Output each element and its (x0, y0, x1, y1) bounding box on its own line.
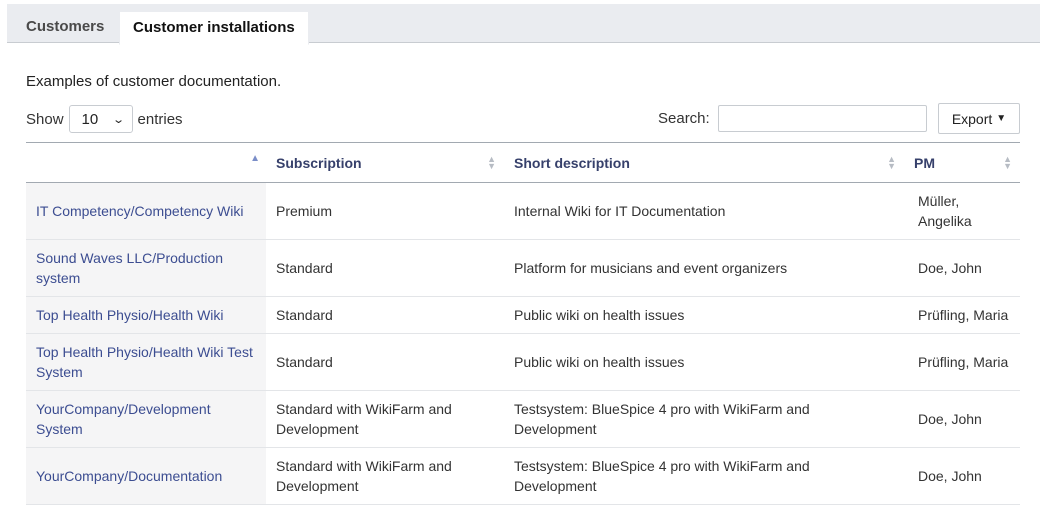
sort-icon: ▲ ▼ (1003, 153, 1012, 171)
installation-link[interactable]: Top Health Physio/Health Wiki Test Syste… (36, 344, 253, 380)
installation-link[interactable]: Sound Waves LLC/Production system (36, 250, 223, 286)
search-input[interactable] (717, 104, 927, 132)
description-cell: Internal Wiki for IT Documentation (504, 182, 904, 240)
description-cell: Public wiki on health issues (504, 296, 904, 334)
sort-icon: ▲ ▼ (887, 153, 896, 171)
installations-table: ▲ Subscription ▲ ▼ Short description ▲ ▼ P… (26, 142, 1020, 505)
caret-down-icon: ▼ (996, 113, 1007, 124)
tab-bar: Customers Customer installations (7, 4, 1040, 45)
pm-cell: Prüfling, Maria (904, 296, 1020, 334)
description-cell: Testsystem: BlueSpice 4 pro with WikiFar… (504, 390, 904, 448)
subscription-cell: Standard (266, 296, 504, 334)
entries-length-control: Show 10 ⌄ entries (26, 104, 183, 134)
entries-select[interactable]: 10 ⌄ (68, 105, 133, 133)
subscription-cell: Standard (266, 239, 504, 297)
installation-link[interactable]: Top Health Physio/Health Wiki (36, 307, 224, 323)
installation-link[interactable]: YourCompany/Documentation (36, 468, 222, 484)
entries-select-value: 10 (81, 110, 99, 128)
installation-link[interactable]: YourCompany/Development System (36, 401, 211, 437)
pm-cell: Prüfling, Maria (904, 333, 1020, 391)
table-row: Sound Waves LLC/Production system Standa… (26, 239, 1020, 297)
search-control: Search: (658, 104, 927, 132)
sort-ascending-icon: ▲ (250, 153, 260, 164)
installation-link[interactable]: IT Competency/Competency Wiki (36, 203, 243, 219)
table-row: Top Health Physio/Health Wiki Standard P… (26, 296, 1020, 334)
pm-cell: Doe, John (904, 239, 1020, 297)
subscription-cell: Standard (266, 333, 504, 391)
export-label: Export (951, 110, 993, 127)
export-button[interactable]: Export ▼ (938, 103, 1020, 134)
tab-customers[interactable]: Customers (14, 11, 116, 42)
column-header-short-description[interactable]: Short description ▲ ▼ (504, 142, 904, 183)
subscription-cell: Premium (266, 182, 504, 240)
description-cell: Platform for musicians and event organiz… (504, 239, 904, 297)
chevron-down-icon: ⌄ (112, 113, 126, 126)
search-label: Search: (658, 109, 710, 127)
description-cell: Testsystem: BlueSpice 4 pro with WikiFar… (504, 447, 904, 505)
subscription-cell: Standard with WikiFarm and Development (266, 390, 504, 448)
table-header-row: ▲ Subscription ▲ ▼ Short description ▲ ▼ P… (26, 142, 1020, 183)
intro-text: Examples of customer documentation. (26, 73, 282, 90)
column-header-subscription[interactable]: Subscription ▲ ▼ (266, 142, 504, 183)
pm-cell: Müller, Angelika (904, 182, 1020, 240)
table-row: IT Competency/Competency Wiki Premium In… (26, 182, 1020, 240)
table-row: YourCompany/Documentation Standard with … (26, 447, 1020, 505)
column-header-pm[interactable]: PM ▲ ▼ (904, 142, 1020, 183)
sort-icon: ▲ ▼ (487, 153, 496, 171)
table-row: Top Health Physio/Health Wiki Test Syste… (26, 333, 1020, 391)
tab-customer-installations[interactable]: Customer installations (119, 11, 309, 45)
description-cell: Public wiki on health issues (504, 333, 904, 391)
column-header-installation[interactable]: ▲ (26, 142, 266, 183)
table-row: YourCompany/Development System Standard … (26, 390, 1020, 448)
entries-label: entries (137, 110, 183, 128)
subscription-cell: Standard with WikiFarm and Development (266, 447, 504, 505)
pm-cell: Doe, John (904, 447, 1020, 505)
show-label: Show (26, 110, 64, 128)
pm-cell: Doe, John (904, 390, 1020, 448)
